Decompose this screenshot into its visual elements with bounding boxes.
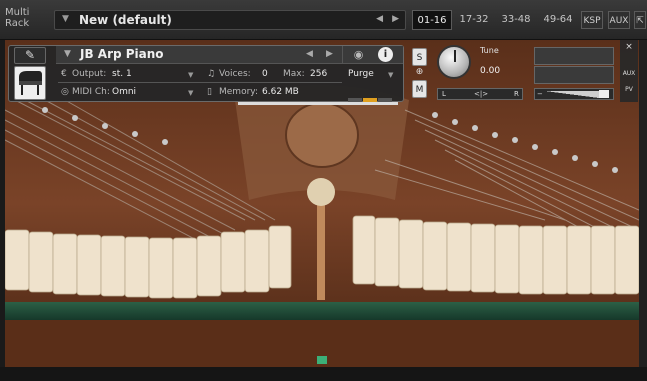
voices-label: Voices: — [219, 69, 251, 79]
chevron-down-icon[interactable]: ▼ — [62, 14, 69, 24]
previous-instrument-button[interactable]: ◀ — [306, 49, 313, 59]
multi-rack-title-field[interactable]: ▼ New (default) ◀ ▶ — [54, 10, 406, 30]
wrench-icon[interactable]: ✎ — [14, 47, 46, 64]
ksp-button[interactable]: KSP — [581, 11, 603, 29]
pv-button[interactable]: PV — [620, 86, 638, 93]
memory-icon: ▯ — [207, 87, 212, 97]
tune-label: Tune — [480, 46, 499, 55]
pan-left-label: L — [442, 90, 446, 98]
aux-sends-button[interactable]: AUX — [620, 70, 638, 77]
output-value[interactable]: st. 1 — [112, 69, 132, 79]
output-level-meter-left — [534, 47, 614, 65]
max-voices-value[interactable]: 256 — [310, 69, 327, 79]
purge-menu[interactable]: Purge ▼ — [344, 66, 402, 82]
previous-multi-button[interactable]: ◀ — [376, 14, 383, 24]
rack-scrollbar[interactable] — [639, 40, 647, 367]
pan-slider[interactable]: L <|> R — [437, 88, 523, 100]
info-icon[interactable]: i — [378, 47, 393, 62]
divider — [58, 82, 342, 83]
multi-rack-label: Multi Rack — [5, 7, 49, 29]
volume-slider-handle[interactable] — [599, 90, 609, 98]
voices-value: 0 — [262, 69, 268, 79]
purge-status-meter — [348, 88, 396, 103]
mute-button[interactable]: M — [412, 80, 427, 98]
output-icon: € — [61, 69, 67, 79]
pan-center-label: <|> — [474, 90, 489, 98]
page-button-01-16[interactable]: 01-16 — [412, 10, 452, 30]
multi-rack-label-line1: Multi — [5, 7, 30, 18]
instrument-name[interactable]: JB Arp Piano — [80, 47, 164, 61]
page-button-33-48[interactable]: 33-48 — [496, 10, 536, 30]
multi-rack-label-line2: Rack — [5, 18, 30, 29]
midi-channel-value[interactable]: Omni — [112, 87, 136, 97]
instrument-name-row: ▼ JB Arp Piano ◀ ▶ ◉ i — [56, 46, 403, 64]
midi-channel-label: MIDI Ch: — [72, 87, 110, 97]
rack-footer — [0, 367, 647, 381]
output-label: Output: — [72, 69, 107, 79]
volume-slider[interactable]: − — [534, 88, 614, 100]
midi-port-icon: ⊕ — [415, 67, 424, 77]
tune-value[interactable]: 0.00 — [480, 66, 500, 76]
voices-icon: ♫ — [207, 69, 216, 79]
multi-rack-title[interactable]: New (default) — [79, 13, 172, 27]
grand-piano-icon[interactable] — [14, 66, 46, 100]
memory-label: Memory: — [219, 87, 258, 97]
loading-progress-bar — [238, 102, 398, 105]
solo-button[interactable]: S — [412, 48, 427, 66]
minus-icon: − — [537, 90, 543, 98]
next-instrument-button[interactable]: ▶ — [326, 49, 333, 59]
aux-button[interactable]: AUX — [608, 11, 630, 29]
page-button-17-32[interactable]: 17-32 — [454, 10, 494, 30]
max-voices-label: Max: — [283, 69, 305, 79]
tune-knob[interactable] — [437, 45, 471, 79]
volume-ramp — [545, 91, 599, 98]
purge-label[interactable]: Purge — [348, 69, 374, 79]
next-multi-button[interactable]: ▶ — [392, 14, 399, 24]
chevron-down-icon[interactable]: ▼ — [64, 49, 71, 59]
chevron-down-icon[interactable]: ▼ — [388, 71, 393, 79]
multi-rack-header: Multi Rack ▼ New (default) ◀ ▶ 01-16 17-… — [0, 0, 647, 40]
output-level-meter-right — [534, 66, 614, 84]
chevron-down-icon[interactable]: ▼ — [188, 71, 193, 79]
midi-icon: ◎ — [61, 87, 69, 97]
close-icon[interactable]: × — [620, 42, 638, 52]
chevron-down-icon[interactable]: ▼ — [188, 89, 193, 97]
camera-icon[interactable]: ◉ — [342, 46, 374, 63]
page-button-49-64[interactable]: 49-64 — [538, 10, 578, 30]
pan-right-label: R — [514, 90, 519, 98]
grand-piano-graphic — [19, 71, 42, 95]
memory-value: 6.62 MB — [262, 87, 299, 97]
instrument-side-controls: × AUX PV — [620, 40, 638, 102]
expand-icon[interactable]: ⇱ — [634, 11, 646, 29]
